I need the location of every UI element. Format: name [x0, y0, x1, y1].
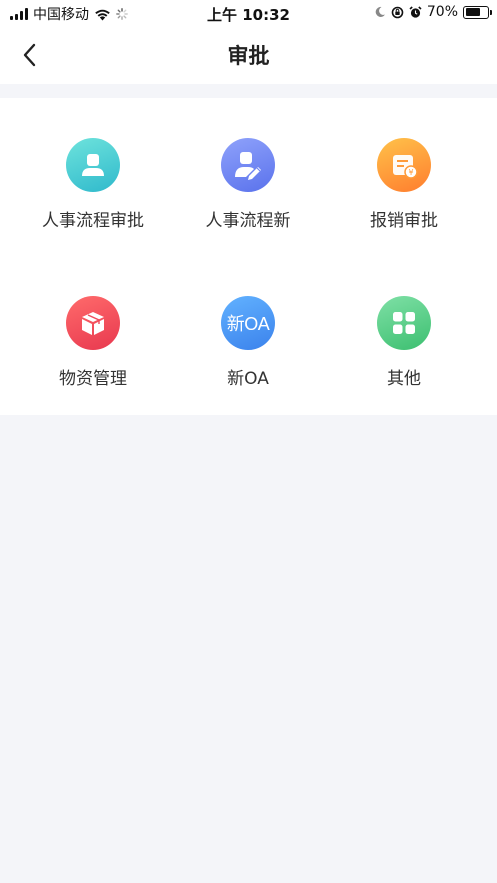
battery-percent: 70% [426, 4, 458, 20]
person-icon [66, 138, 120, 192]
grid-item-materials[interactable]: 物资管理 [10, 296, 176, 426]
grid-item-label: 人事流程新 [205, 211, 291, 231]
battery-icon [463, 5, 492, 19]
nav-bar: 审批 [0, 26, 497, 84]
grid-icon [377, 296, 431, 350]
box-icon [66, 296, 120, 350]
oa-icon: 新OA [221, 296, 275, 350]
receipt-icon: ¥ [377, 138, 431, 192]
svg-text:¥: ¥ [408, 168, 413, 177]
grid-item-other[interactable]: 其他 [321, 296, 487, 426]
battery-fill [465, 8, 481, 16]
orientation-lock-icon [391, 6, 404, 18]
grid-item-label: 物资管理 [59, 369, 127, 389]
grid-item-label: 报销审批 [370, 211, 438, 231]
grid-item-label: 人事流程审批 [42, 211, 144, 231]
person-edit-icon [221, 138, 275, 192]
grid-item-hr-new[interactable]: 人事流程新 [165, 138, 331, 268]
grid-item-new-oa[interactable]: 新OA 新OA [165, 296, 331, 426]
grid-item-expense-approval[interactable]: ¥ 报销审批 [321, 138, 487, 268]
status-bar: 中国移动 上午 10:32 70% [0, 0, 497, 26]
grid-item-label: 其他 [387, 369, 421, 389]
app-grid: 人事流程审批 人事流程新 ¥ 报销审批 物资管理 新OA 新OA 其他 [0, 98, 497, 415]
alarm-icon [409, 5, 422, 18]
moon-icon [375, 6, 385, 17]
oa-icon-text: 新OA [226, 314, 270, 334]
grid-item-hr-approval[interactable]: 人事流程审批 [10, 138, 176, 268]
grid-item-label: 新OA [227, 369, 269, 389]
page-title: 审批 [227, 44, 270, 68]
